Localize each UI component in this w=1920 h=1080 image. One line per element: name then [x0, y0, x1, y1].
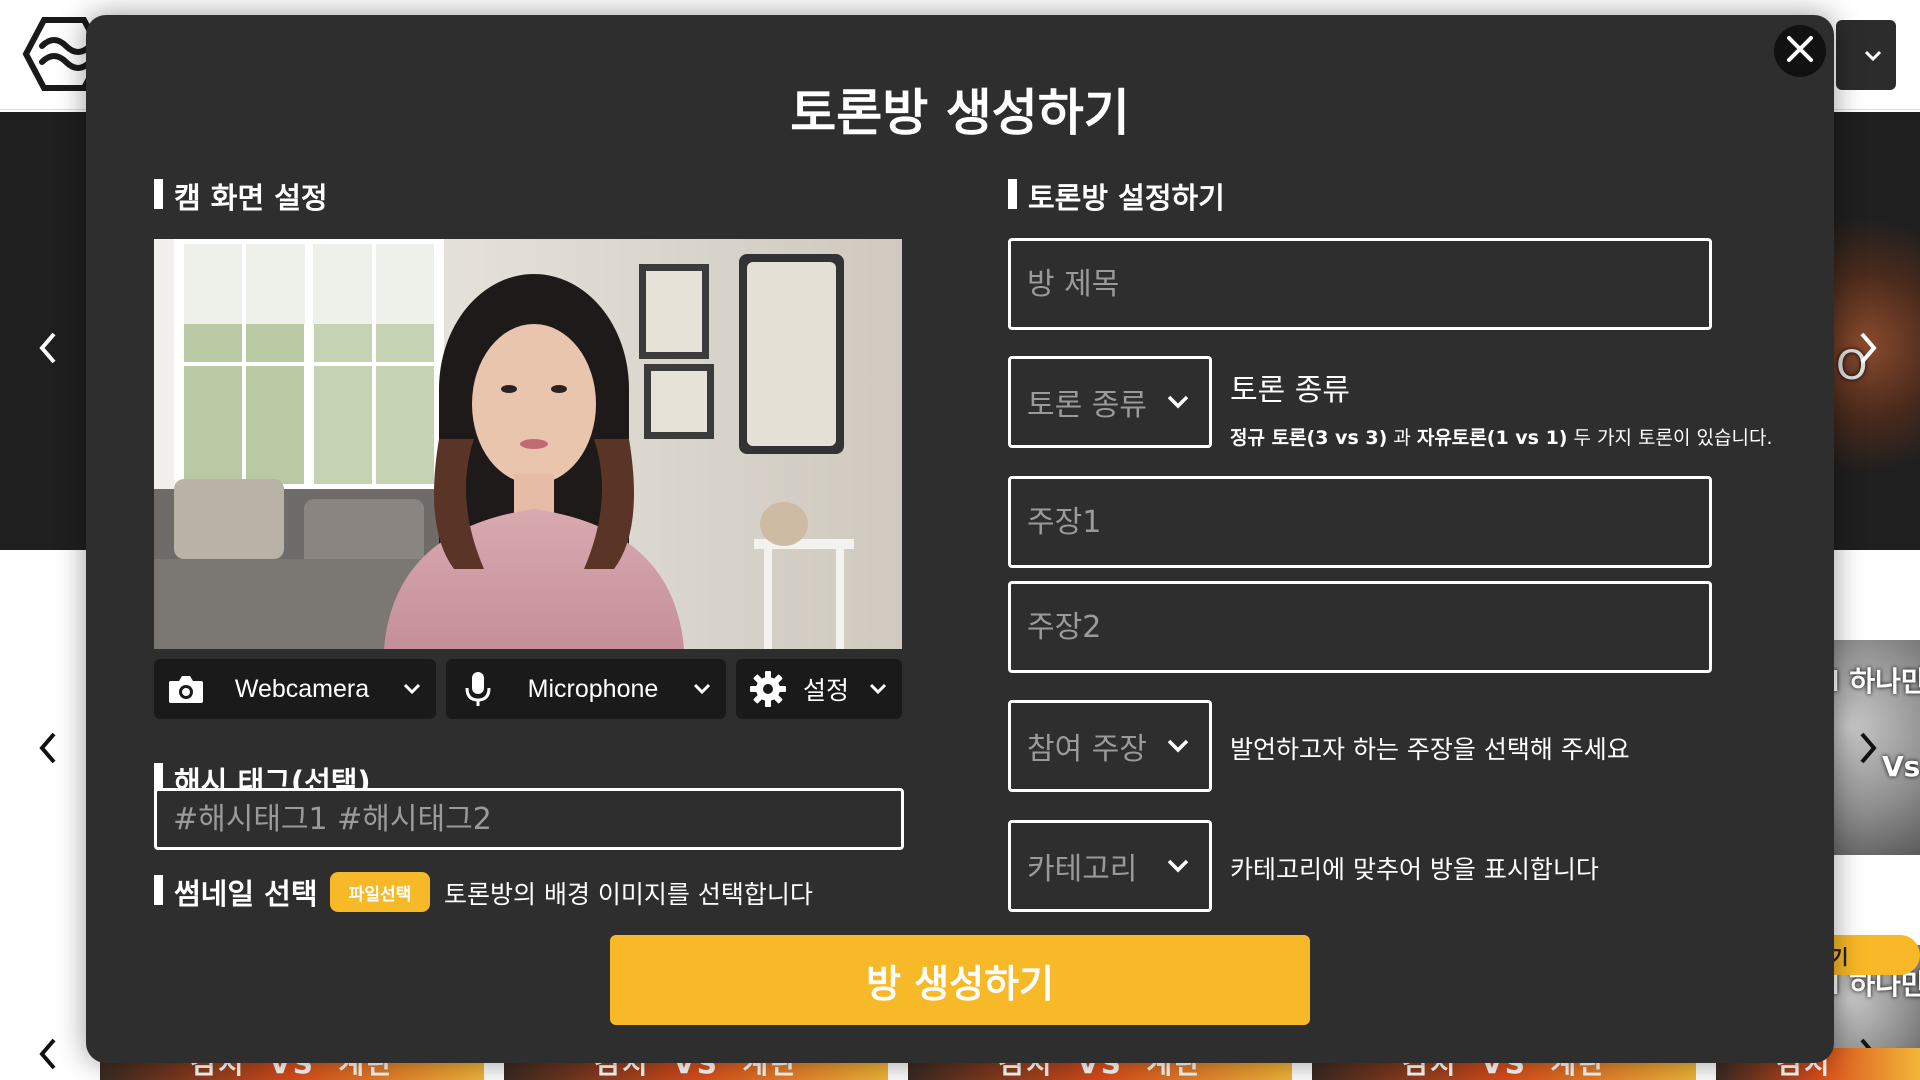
- category-select[interactable]: 카테고리: [1008, 820, 1212, 912]
- debate-type-select-label: 토론 종류: [1027, 388, 1147, 423]
- claim1-input[interactable]: [1008, 476, 1712, 568]
- chevron-down-icon: [1864, 43, 1882, 67]
- room-title-input[interactable]: [1008, 238, 1712, 330]
- card-title: l 하나만: [1830, 665, 1920, 698]
- settings-select[interactable]: 설정: [736, 659, 902, 719]
- settings-select-label: 설정: [802, 677, 849, 705]
- join-claim-select-label: 참여 주장: [1027, 732, 1147, 767]
- modal-title: 토론방 생성하기: [790, 84, 1130, 142]
- user-menu-dropdown[interactable]: [1836, 20, 1896, 90]
- card-vs: Vs: [1882, 750, 1920, 783]
- category-select-label: 카테고리: [1027, 852, 1138, 887]
- webcam-select-label: Webcamera: [234, 674, 370, 703]
- chevron-down-icon: [396, 683, 428, 695]
- chevron-left-icon[interactable]: [36, 730, 60, 773]
- room-settings-title: 토론방 설정하기: [1008, 175, 1225, 217]
- join-claim-description: 발언하고자 하는 주장을 선택해 주세요: [1230, 735, 1630, 764]
- thumbnail-description: 토론방의 배경 이미지를 선택합니다: [444, 880, 813, 909]
- webcam-select[interactable]: Webcamera: [154, 659, 436, 719]
- close-icon: [1786, 35, 1814, 67]
- chevron-down-icon: [1163, 394, 1193, 410]
- gear-icon: [746, 667, 790, 711]
- microphone-select[interactable]: Microphone: [446, 659, 726, 719]
- close-button[interactable]: [1774, 25, 1826, 77]
- join-claim-select[interactable]: 참여 주장: [1008, 700, 1212, 792]
- chevron-down-icon: [1163, 858, 1193, 874]
- chevron-down-icon: [1163, 738, 1193, 754]
- chevron-left-icon[interactable]: [36, 1036, 60, 1079]
- hashtag-input[interactable]: [154, 788, 904, 850]
- create-room-button[interactable]: 방 생성하기: [610, 935, 1310, 1025]
- thumbnail-section-title: 썸네일 선택: [154, 871, 318, 913]
- debate-type-select[interactable]: 토론 종류: [1008, 356, 1212, 448]
- webcam-preview: [154, 239, 902, 649]
- microphone-icon: [456, 667, 500, 711]
- create-room-modal: 토론방 생성하기 캠 화면 설정 Webcamera Microphone 설정…: [86, 15, 1834, 1063]
- microphone-select-label: Microphone: [527, 674, 659, 703]
- category-description: 카테고리에 맞추어 방을 표시합니다: [1230, 855, 1599, 884]
- chevron-down-icon: [686, 683, 718, 695]
- chevron-left-icon[interactable]: [36, 330, 60, 373]
- debate-type-title: 토론 종류: [1230, 373, 1350, 408]
- chevron-down-icon: [862, 683, 894, 695]
- camera-icon: [164, 667, 208, 711]
- cam-section-title: 캠 화면 설정: [154, 175, 328, 217]
- claim2-input[interactable]: [1008, 581, 1712, 673]
- file-select-button[interactable]: 파일선택: [330, 872, 430, 912]
- chevron-right-icon[interactable]: [1856, 730, 1880, 773]
- debate-type-description: 정규 토론(3 vs 3) 과 자유토론(1 vs 1) 두 가지 토론이 있습…: [1230, 427, 1773, 449]
- chevron-right-icon[interactable]: [1856, 330, 1880, 373]
